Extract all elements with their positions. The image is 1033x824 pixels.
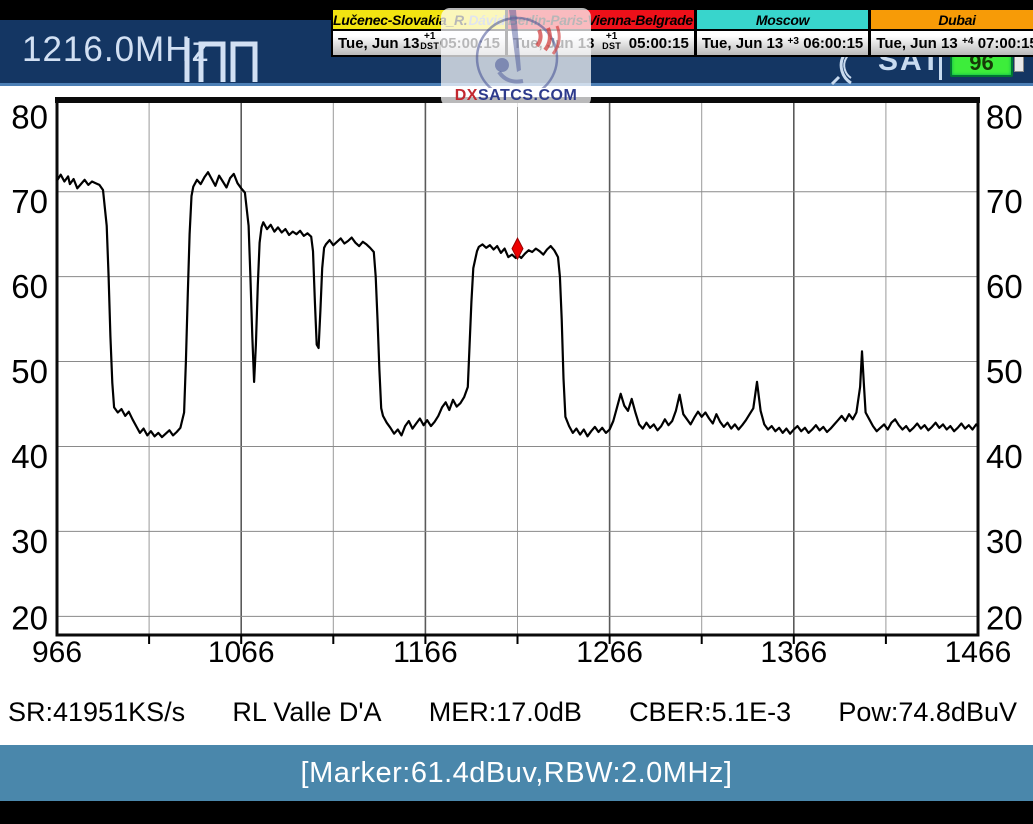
clock-utc-offset: +3: [788, 37, 799, 47]
svg-text:60: 60: [11, 268, 48, 305]
square-wave-icon: [183, 34, 269, 86]
svg-text:1466: 1466: [945, 636, 1012, 669]
status-row: SR:41951KS/s RL Valle D'A MER:17.0dB CBE…: [0, 697, 1033, 728]
clock-dst-label: DST: [602, 42, 621, 51]
clock-utc-offset: +4: [962, 37, 973, 47]
svg-text:30: 30: [986, 523, 1023, 560]
clock-time: 07:00:15: [978, 35, 1033, 52]
svg-text:30: 30: [11, 523, 48, 560]
watermark-dx: DX: [455, 87, 478, 104]
clock-time: 05:00:15: [629, 35, 689, 52]
svg-text:40: 40: [986, 438, 1023, 475]
clock-panel-dubai: Dubai Tue, Jun 13 +4 07:00:15: [870, 8, 1033, 57]
marker-info-text: [Marker:61.4dBuv,RBW:2.0MHz]: [301, 757, 733, 790]
status-service-name: RL Valle D'A: [232, 697, 381, 728]
svg-text:1166: 1166: [393, 636, 458, 669]
svg-text:20: 20: [11, 600, 48, 637]
dxsatcs-watermark: DXSATCS.COM: [441, 8, 591, 107]
battery-nub: [1014, 56, 1024, 72]
clock-city-name: Moscow: [756, 12, 809, 28]
bottom-black-strip: [0, 801, 1033, 824]
svg-text:80: 80: [11, 99, 48, 136]
status-mer: MER:17.0dB: [429, 697, 582, 728]
svg-text:70: 70: [986, 183, 1023, 220]
clock-time-row: Tue, Jun 13 +4 07:00:15: [871, 31, 1033, 55]
clock-time-row: Tue, Jun 13 +3 06:00:15: [697, 31, 868, 55]
status-cber: CBER:5.1E-3: [629, 697, 791, 728]
svg-text:1066: 1066: [208, 636, 275, 669]
svg-text:80: 80: [986, 99, 1023, 136]
clock-panel-moscow: Moscow Tue, Jun 13 +3 06:00:15: [696, 8, 870, 57]
svg-text:1366: 1366: [760, 636, 827, 669]
watermark-text: DXSATCS.COM: [441, 87, 591, 105]
svg-text:70: 70: [11, 183, 48, 220]
clock-city-name: Dubai: [938, 12, 975, 28]
marker-info-bar: [Marker:61.4dBuv,RBW:2.0MHz]: [0, 745, 1033, 801]
svg-text:1266: 1266: [576, 636, 643, 669]
status-symbol-rate: SR:41951KS/s: [8, 697, 185, 728]
clock-date: Tue, Jun 13: [702, 35, 783, 52]
dxsatcs-logo: [441, 8, 591, 88]
svg-text:60: 60: [986, 268, 1023, 305]
clock-time: 06:00:15: [803, 35, 863, 52]
clock-date: Tue, Jun 13: [338, 35, 419, 52]
clock-city-header: Dubai: [871, 10, 1033, 31]
clock-date: Tue, Jun 13: [876, 35, 957, 52]
svg-text:966: 966: [32, 636, 82, 669]
watermark-rest: SATCS.COM: [478, 87, 577, 104]
status-power: Pow:74.8dBuV: [838, 697, 1017, 728]
clock-dst-label: DST: [420, 42, 439, 51]
world-clock-row: Lučenec-Slovakia_R.Dávid Tue, Jun 13 +1D…: [331, 8, 1025, 57]
clock-city-header: Moscow: [697, 10, 868, 31]
svg-text:20: 20: [986, 600, 1023, 637]
svg-text:50: 50: [986, 353, 1023, 390]
svg-text:40: 40: [11, 438, 48, 475]
frequency-readout: 1216.0MHz: [22, 30, 210, 70]
svg-text:50: 50: [11, 353, 48, 390]
